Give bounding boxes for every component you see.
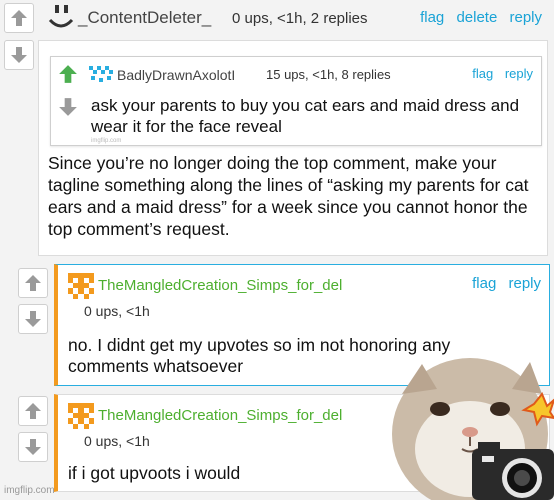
reply-meta: 0 ups, <1h (84, 303, 150, 319)
upvote-button[interactable] (18, 268, 48, 298)
reply-link[interactable]: reply (509, 9, 542, 26)
comment-username[interactable]: _ContentDeleter_ (78, 8, 211, 28)
comment-actions: flag delete reply (412, 9, 542, 26)
quoted-upvote (56, 61, 80, 87)
comment-text: Since you’re no longer doing the top com… (48, 153, 529, 239)
arrow-down-icon (11, 47, 27, 63)
arrow-down-icon (25, 439, 41, 455)
downvote-button[interactable] (18, 304, 48, 334)
quoted-meta: 15 ups, <1h, 8 replies (266, 67, 391, 82)
quoted-comment-image: BadlyDrawnAxolotI 15 ups, <1h, 8 replies… (50, 56, 542, 146)
reply-link[interactable]: reply (508, 275, 541, 292)
reply-username[interactable]: TheMangledCreation_Simps_for_del (98, 277, 342, 294)
quoted-flag-link: flag (472, 66, 494, 81)
comment-meta: 0 ups, <1h, 2 replies (232, 10, 368, 27)
arrow-up-icon (11, 10, 27, 26)
flag-link[interactable]: flag (420, 9, 444, 26)
arrow-down-icon (25, 311, 41, 327)
arrow-up-icon (59, 65, 77, 83)
imgflip-watermark: imgflip.com (4, 485, 55, 496)
quoted-avatar (89, 66, 113, 82)
avatar[interactable] (68, 273, 94, 299)
downvote-button[interactable] (4, 40, 34, 70)
upvote-button[interactable] (18, 396, 48, 426)
quoted-watermark: imgflip.com (91, 138, 122, 144)
quoted-actions: flag reply (464, 66, 533, 81)
avatar[interactable] (46, 2, 76, 32)
quoted-text: ask your parents to buy you cat ears and… (91, 96, 520, 136)
reply-meta: 0 ups, <1h (84, 433, 150, 449)
quoted-reply-link: reply (504, 66, 533, 81)
reply-username[interactable]: TheMangledCreation_Simps_for_del (98, 407, 342, 424)
cat-camera-image (392, 358, 554, 500)
arrow-up-icon (25, 275, 41, 291)
quoted-username: BadlyDrawnAxolotI (117, 67, 236, 83)
flag-link[interactable]: flag (472, 275, 496, 292)
avatar[interactable] (68, 403, 94, 429)
delete-link[interactable]: delete (456, 9, 497, 26)
arrow-up-icon (25, 403, 41, 419)
quoted-downvote (56, 94, 80, 120)
reply-actions: flag reply (464, 275, 541, 292)
downvote-button[interactable] (18, 432, 48, 462)
upvote-button[interactable] (4, 3, 34, 33)
arrow-down-icon (59, 98, 77, 116)
